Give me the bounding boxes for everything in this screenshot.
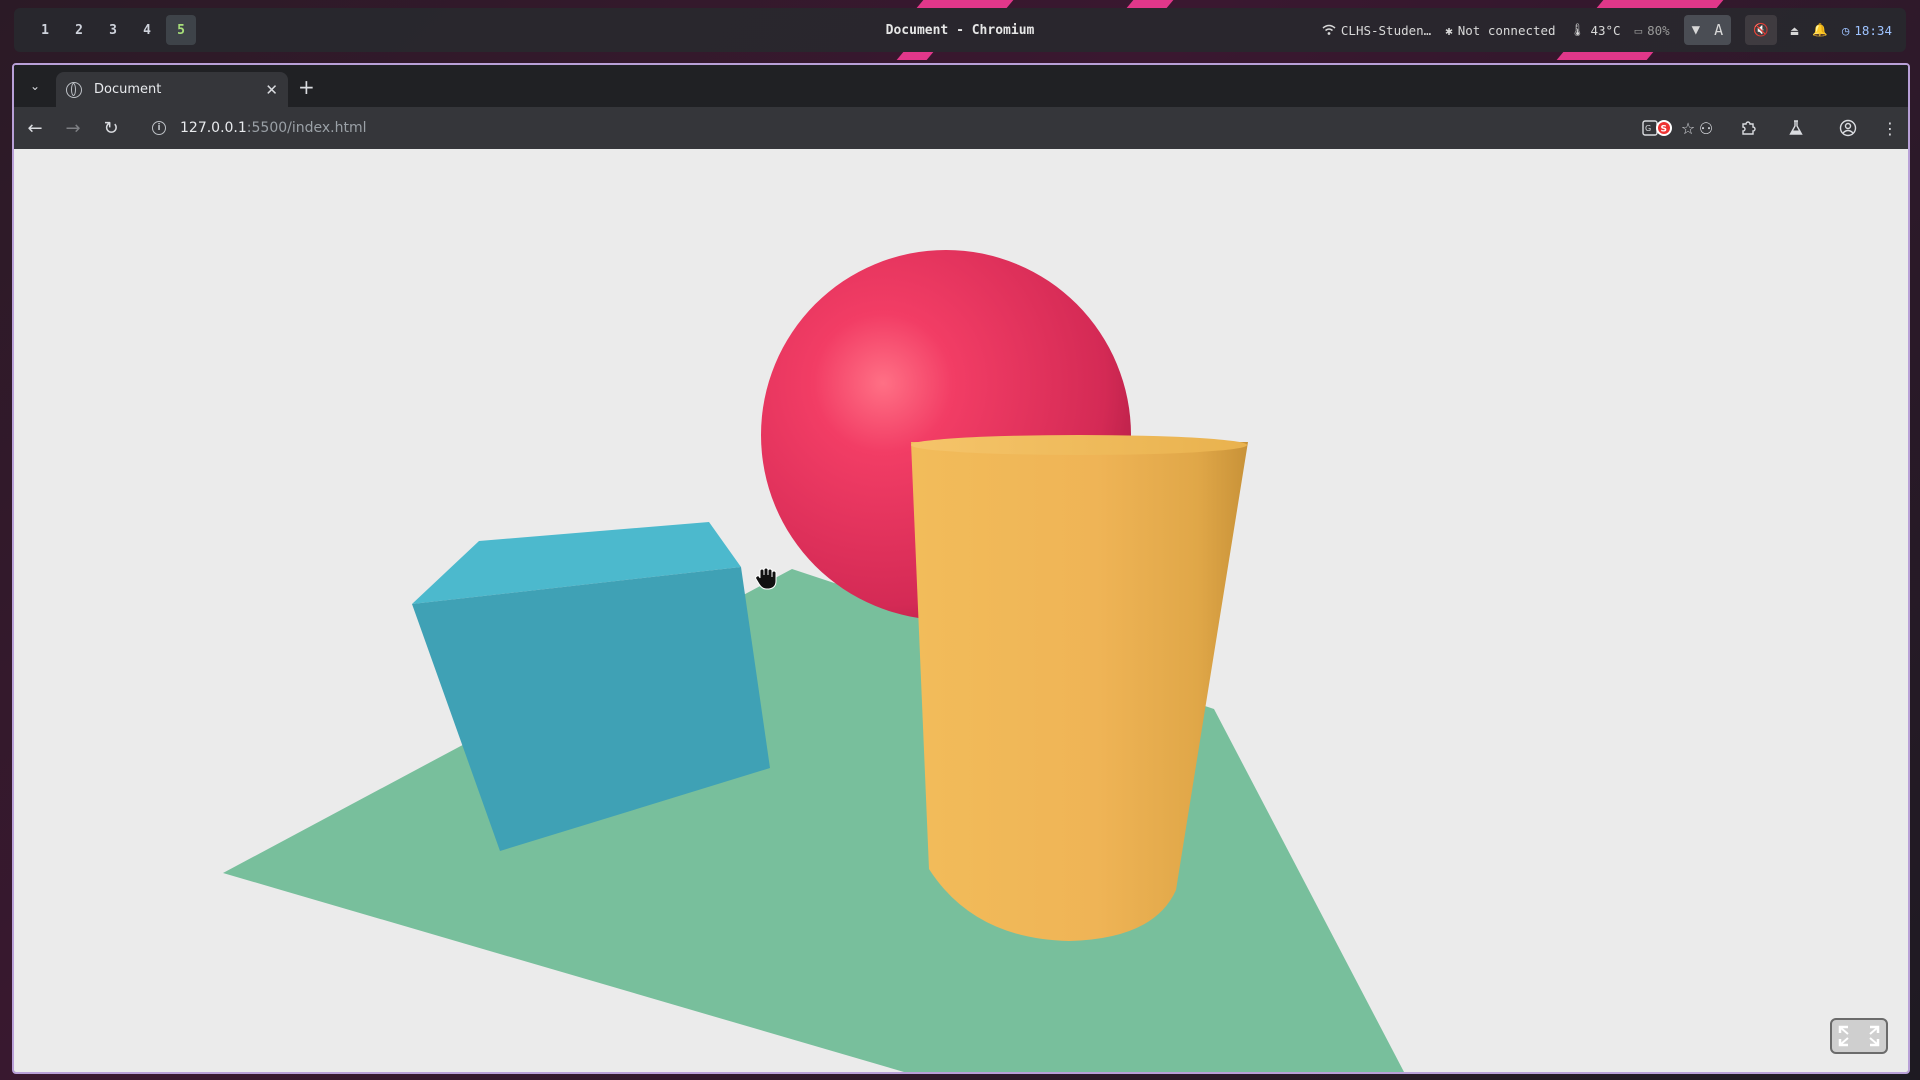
battery-status: ▭ 80%: [1635, 23, 1670, 38]
browser-toolbar: ← → ↻ i 127.0.0.1:5500/index.html G ☆ S …: [14, 107, 1908, 149]
globe-icon: [66, 81, 82, 98]
system-tray: CLHS-Studen… ✱ Not connected 🌡 43°C ▭ 80…: [1322, 15, 1892, 45]
workspace-5[interactable]: 5: [166, 15, 196, 45]
workspace-switcher: 1 2 3 4 5: [30, 15, 196, 45]
browser-menu-icon[interactable]: ⋮: [1880, 118, 1900, 138]
wifi-icon: [1322, 24, 1336, 35]
wifi-status[interactable]: CLHS-Studen…: [1322, 23, 1431, 38]
close-tab-icon[interactable]: ✕: [265, 81, 278, 99]
bluetooth-icon: ✱: [1445, 22, 1453, 38]
back-button[interactable]: ←: [18, 111, 52, 145]
labs-flask-icon[interactable]: [1786, 118, 1806, 138]
url-host: 127.0.0.1: [180, 120, 247, 136]
workspace-2[interactable]: 2: [64, 15, 94, 45]
reload-button[interactable]: ↻: [94, 111, 128, 145]
svg-text:S: S: [1661, 125, 1667, 135]
tray-group-volume: 🔇: [1745, 15, 1777, 45]
svg-text:G: G: [1645, 124, 1651, 133]
system-top-bar: 1 2 3 4 5 Document - Chromium CLHS-Stude…: [14, 8, 1906, 52]
workspace-4[interactable]: 4: [132, 15, 162, 45]
notification-bell-icon[interactable]: 🔔: [1812, 22, 1828, 38]
grab-cursor-icon: [755, 567, 777, 590]
workspace-1[interactable]: 1: [30, 15, 60, 45]
volume-muted-icon[interactable]: 🔇: [1753, 22, 1769, 38]
clock-time: 18:34: [1854, 22, 1892, 38]
tray-group-network: ▼ A: [1683, 15, 1732, 45]
battery-label: 80%: [1647, 22, 1670, 38]
url-path: :5500/index.html: [246, 120, 367, 136]
address-bar[interactable]: i 127.0.0.1:5500/index.html: [140, 111, 1600, 145]
clock-icon: ◷: [1841, 22, 1850, 38]
temperature-status: 🌡 43°C: [1570, 22, 1621, 38]
wallpaper-stripe: [916, 0, 1014, 8]
extensions-puzzle-icon[interactable]: [1738, 118, 1758, 138]
profile-avatar-icon[interactable]: [1838, 118, 1858, 138]
new-tab-button[interactable]: +: [298, 77, 315, 97]
bluetooth-status[interactable]: ✱ Not connected: [1445, 23, 1555, 38]
temperature-label: 43°C: [1590, 22, 1621, 38]
site-info-icon[interactable]: i: [152, 121, 166, 135]
scene-render: [223, 250, 1404, 1072]
keyboard-layout[interactable]: A: [1714, 21, 1723, 39]
extension-people-icon[interactable]: ⚇: [1696, 118, 1716, 138]
wallpaper-stripe: [1596, 0, 1724, 8]
network-icon[interactable]: ▼: [1692, 22, 1700, 38]
workspace-3[interactable]: 3: [98, 15, 128, 45]
fullscreen-icon: [1838, 1025, 1880, 1047]
wallpaper-stripe: [896, 52, 934, 60]
webgl-canvas[interactable]: [14, 149, 1908, 1072]
forward-button[interactable]: →: [56, 111, 90, 145]
battery-icon: ▭: [1634, 22, 1643, 38]
tab-search-dropdown-icon[interactable]: ⌄: [22, 73, 48, 99]
wallpaper-stripe: [1556, 52, 1654, 60]
tab-title: Document: [94, 82, 162, 97]
clock[interactable]: ◷ 18:34: [1842, 23, 1892, 38]
extension-s-icon[interactable]: S: [1654, 118, 1674, 138]
thermometer-icon: 🌡: [1569, 22, 1586, 37]
wifi-label: CLHS-Studen…: [1340, 22, 1432, 38]
ground-plane: [223, 569, 1404, 1072]
drive-icon[interactable]: ⏏: [1791, 23, 1799, 38]
wallpaper-stripe: [1126, 0, 1174, 8]
toolbar-extensions: S ⚇ ⋮: [1654, 107, 1900, 149]
tab-strip: ⌄ Document ✕ +: [14, 65, 1908, 107]
browser-window: ⌄ Document ✕ + ← → ↻ i 127.0.0.1:5500/in…: [12, 63, 1910, 1074]
bluetooth-label: Not connected: [1457, 22, 1556, 38]
tab-document[interactable]: Document ✕: [56, 72, 288, 107]
fullscreen-button[interactable]: [1830, 1018, 1888, 1054]
